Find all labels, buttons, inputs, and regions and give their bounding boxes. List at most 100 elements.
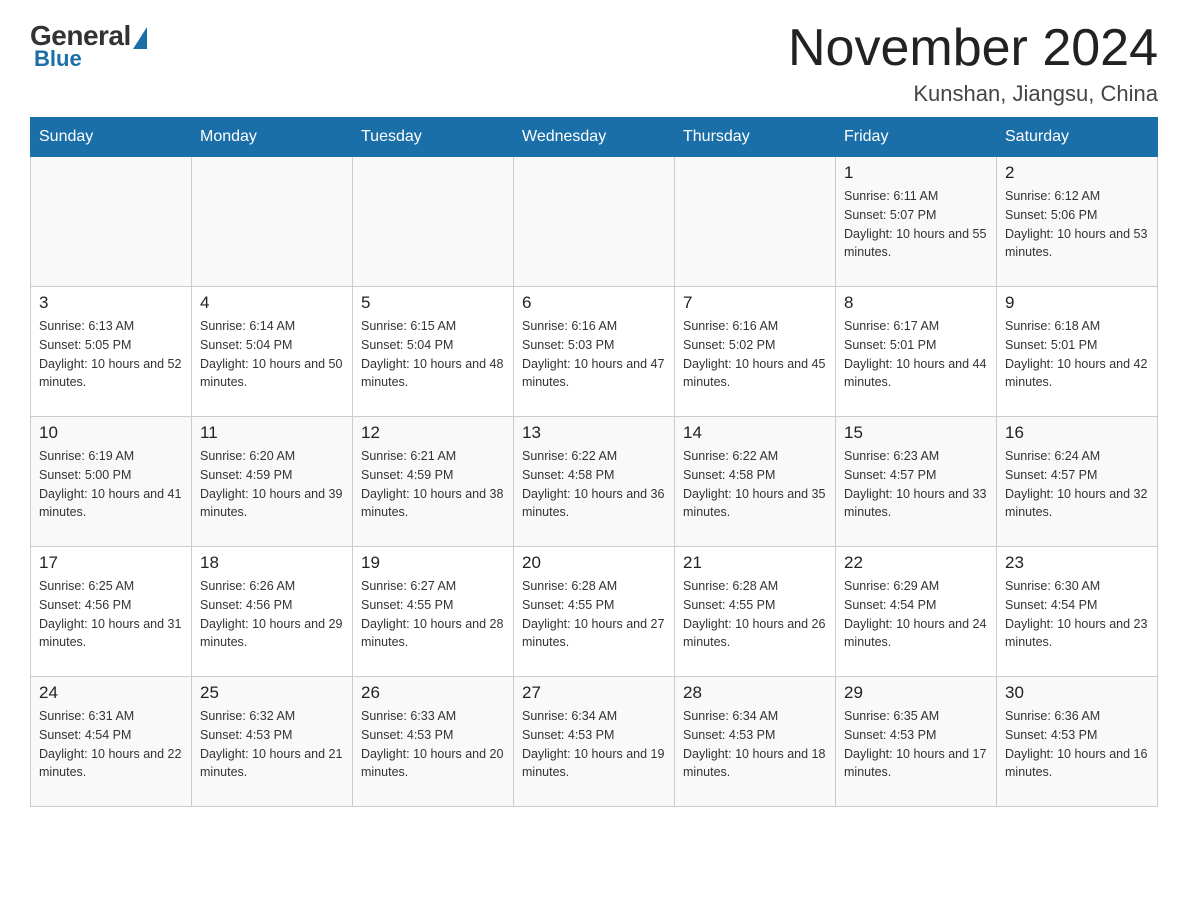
day-number: 14 <box>683 423 827 443</box>
day-number: 30 <box>1005 683 1149 703</box>
calendar-cell: 11 Sunrise: 6:20 AMSunset: 4:59 PMDayligh… <box>192 417 353 547</box>
calendar-cell: 15 Sunrise: 6:23 AMSunset: 4:57 PMDayligh… <box>836 417 997 547</box>
calendar-cell: 8 Sunrise: 6:17 AMSunset: 5:01 PMDaylight… <box>836 287 997 417</box>
day-number: 16 <box>1005 423 1149 443</box>
day-info: Sunrise: 6:16 AMSunset: 5:03 PMDaylight:… <box>522 317 666 392</box>
day-info: Sunrise: 6:27 AMSunset: 4:55 PMDaylight:… <box>361 577 505 652</box>
day-number: 21 <box>683 553 827 573</box>
day-header-saturday: Saturday <box>997 118 1158 157</box>
calendar-cell: 26 Sunrise: 6:33 AMSunset: 4:53 PMDayligh… <box>353 677 514 807</box>
location: Kunshan, Jiangsu, China <box>788 81 1158 107</box>
day-info: Sunrise: 6:28 AMSunset: 4:55 PMDaylight:… <box>522 577 666 652</box>
day-info: Sunrise: 6:25 AMSunset: 4:56 PMDaylight:… <box>39 577 183 652</box>
calendar-cell <box>675 157 836 287</box>
calendar-cell: 10 Sunrise: 6:19 AMSunset: 5:00 PMDayligh… <box>31 417 192 547</box>
day-info: Sunrise: 6:33 AMSunset: 4:53 PMDaylight:… <box>361 707 505 782</box>
day-number: 11 <box>200 423 344 443</box>
title-area: November 2024 Kunshan, Jiangsu, China <box>788 20 1158 107</box>
day-number: 8 <box>844 293 988 313</box>
calendar-cell: 27Sunrise: 6:34 AMSunset: 4:53 PMDayligh… <box>514 677 675 807</box>
calendar-cell: 23 Sunrise: 6:30 AMSunset: 4:54 PMDayligh… <box>997 547 1158 677</box>
day-info: Sunrise: 6:11 AMSunset: 5:07 PMDaylight:… <box>844 187 988 262</box>
calendar-cell <box>353 157 514 287</box>
day-info: Sunrise: 6:16 AMSunset: 5:02 PMDaylight:… <box>683 317 827 392</box>
day-info: Sunrise: 6:30 AMSunset: 4:54 PMDaylight:… <box>1005 577 1149 652</box>
calendar-cell: 14 Sunrise: 6:22 AMSunset: 4:58 PMDayligh… <box>675 417 836 547</box>
day-number: 3 <box>39 293 183 313</box>
calendar-cell: 9 Sunrise: 6:18 AMSunset: 5:01 PMDaylight… <box>997 287 1158 417</box>
day-info: Sunrise: 6:26 AMSunset: 4:56 PMDaylight:… <box>200 577 344 652</box>
day-info: Sunrise: 6:15 AMSunset: 5:04 PMDaylight:… <box>361 317 505 392</box>
day-info: Sunrise: 6:17 AMSunset: 5:01 PMDaylight:… <box>844 317 988 392</box>
day-number: 4 <box>200 293 344 313</box>
day-info: Sunrise: 6:36 AMSunset: 4:53 PMDaylight:… <box>1005 707 1149 782</box>
day-header-friday: Friday <box>836 118 997 157</box>
day-info: Sunrise: 6:12 AMSunset: 5:06 PMDaylight:… <box>1005 187 1149 262</box>
logo-blue-text: Blue <box>34 46 82 72</box>
day-number: 25 <box>200 683 344 703</box>
calendar-cell: 22Sunrise: 6:29 AMSunset: 4:54 PMDayligh… <box>836 547 997 677</box>
day-number: 17 <box>39 553 183 573</box>
day-number: 24 <box>39 683 183 703</box>
day-info: Sunrise: 6:24 AMSunset: 4:57 PMDaylight:… <box>1005 447 1149 522</box>
day-number: 28 <box>683 683 827 703</box>
calendar-cell: 20 Sunrise: 6:28 AMSunset: 4:55 PMDayligh… <box>514 547 675 677</box>
day-info: Sunrise: 6:20 AMSunset: 4:59 PMDaylight:… <box>200 447 344 522</box>
calendar-cell: 1 Sunrise: 6:11 AMSunset: 5:07 PMDaylight… <box>836 157 997 287</box>
day-number: 6 <box>522 293 666 313</box>
calendar-cell: 28 Sunrise: 6:34 AMSunset: 4:53 PMDayligh… <box>675 677 836 807</box>
logo-triangle-icon <box>133 27 147 49</box>
day-header-sunday: Sunday <box>31 118 192 157</box>
calendar-cell: 29 Sunrise: 6:35 AMSunset: 4:53 PMDayligh… <box>836 677 997 807</box>
calendar-cell: 6 Sunrise: 6:16 AMSunset: 5:03 PMDaylight… <box>514 287 675 417</box>
day-number: 29 <box>844 683 988 703</box>
day-number: 2 <box>1005 163 1149 183</box>
day-info: Sunrise: 6:22 AMSunset: 4:58 PMDaylight:… <box>522 447 666 522</box>
calendar-cell: 2 Sunrise: 6:12 AMSunset: 5:06 PMDaylight… <box>997 157 1158 287</box>
day-number: 15 <box>844 423 988 443</box>
day-info: Sunrise: 6:19 AMSunset: 5:00 PMDaylight:… <box>39 447 183 522</box>
day-info: Sunrise: 6:28 AMSunset: 4:55 PMDaylight:… <box>683 577 827 652</box>
calendar-cell: 30 Sunrise: 6:36 AMSunset: 4:53 PMDayligh… <box>997 677 1158 807</box>
day-number: 9 <box>1005 293 1149 313</box>
day-number: 13 <box>522 423 666 443</box>
calendar-cell: 5 Sunrise: 6:15 AMSunset: 5:04 PMDaylight… <box>353 287 514 417</box>
calendar-cell: 4 Sunrise: 6:14 AMSunset: 5:04 PMDaylight… <box>192 287 353 417</box>
day-number: 19 <box>361 553 505 573</box>
logo: General Blue <box>30 20 147 72</box>
day-info: Sunrise: 6:18 AMSunset: 5:01 PMDaylight:… <box>1005 317 1149 392</box>
day-number: 18 <box>200 553 344 573</box>
calendar-cell: 24 Sunrise: 6:31 AMSunset: 4:54 PMDayligh… <box>31 677 192 807</box>
day-header-wednesday: Wednesday <box>514 118 675 157</box>
month-title: November 2024 <box>788 20 1158 77</box>
day-info: Sunrise: 6:31 AMSunset: 4:54 PMDaylight:… <box>39 707 183 782</box>
day-info: Sunrise: 6:23 AMSunset: 4:57 PMDaylight:… <box>844 447 988 522</box>
day-info: Sunrise: 6:21 AMSunset: 4:59 PMDaylight:… <box>361 447 505 522</box>
calendar-cell: 19 Sunrise: 6:27 AMSunset: 4:55 PMDayligh… <box>353 547 514 677</box>
day-info: Sunrise: 6:14 AMSunset: 5:04 PMDaylight:… <box>200 317 344 392</box>
day-number: 10 <box>39 423 183 443</box>
day-header-tuesday: Tuesday <box>353 118 514 157</box>
calendar-cell: 21 Sunrise: 6:28 AMSunset: 4:55 PMDayligh… <box>675 547 836 677</box>
day-info: Sunrise: 6:22 AMSunset: 4:58 PMDaylight:… <box>683 447 827 522</box>
calendar-cell: 12 Sunrise: 6:21 AMSunset: 4:59 PMDayligh… <box>353 417 514 547</box>
day-number: 23 <box>1005 553 1149 573</box>
calendar-cell <box>31 157 192 287</box>
day-number: 26 <box>361 683 505 703</box>
day-number: 1 <box>844 163 988 183</box>
day-info: Sunrise: 6:34 AMSunset: 4:53 PMDaylight:… <box>683 707 827 782</box>
day-number: 20 <box>522 553 666 573</box>
day-info: Sunrise: 6:35 AMSunset: 4:53 PMDaylight:… <box>844 707 988 782</box>
day-number: 7 <box>683 293 827 313</box>
calendar-cell: 7 Sunrise: 6:16 AMSunset: 5:02 PMDaylight… <box>675 287 836 417</box>
day-number: 27 <box>522 683 666 703</box>
day-header-thursday: Thursday <box>675 118 836 157</box>
calendar-cell: 18 Sunrise: 6:26 AMSunset: 4:56 PMDayligh… <box>192 547 353 677</box>
day-number: 5 <box>361 293 505 313</box>
day-header-monday: Monday <box>192 118 353 157</box>
day-info: Sunrise: 6:13 AMSunset: 5:05 PMDaylight:… <box>39 317 183 392</box>
day-number: 12 <box>361 423 505 443</box>
calendar-table: SundayMondayTuesdayWednesdayThursdayFrid… <box>30 117 1158 807</box>
day-number: 22 <box>844 553 988 573</box>
calendar-cell: 16 Sunrise: 6:24 AMSunset: 4:57 PMDayligh… <box>997 417 1158 547</box>
